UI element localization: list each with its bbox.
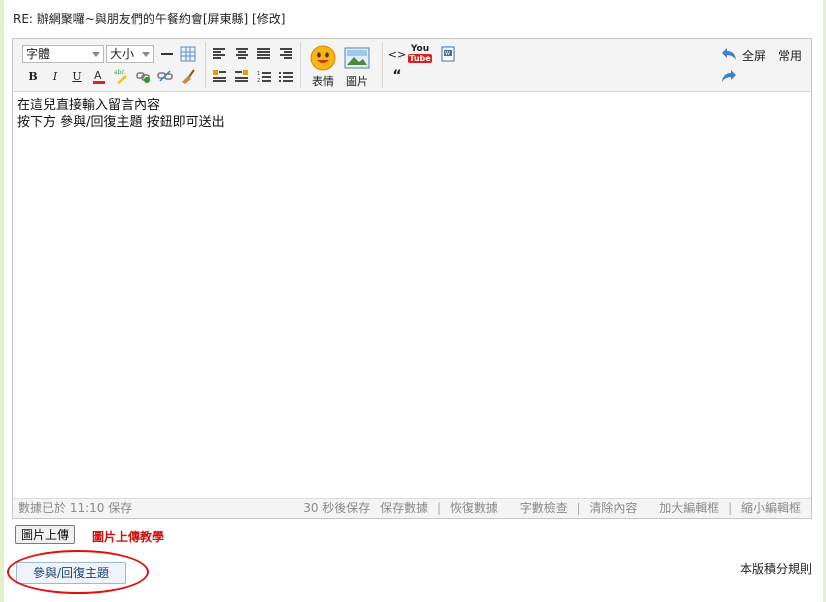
table-icon bbox=[180, 46, 196, 62]
rich-text-editor[interactable]: 字體 大小 B I U A abc 1 2 表情 圖片 <> You Tube … bbox=[12, 38, 812, 519]
bold-icon: B bbox=[28, 69, 38, 83]
save-status: 數據已於 11:10 保存 bbox=[18, 501, 133, 515]
toolbar-separator bbox=[382, 42, 383, 88]
shrink-editor-link[interactable]: 縮小編輯框 bbox=[741, 501, 801, 515]
underline-button[interactable]: U bbox=[68, 67, 86, 85]
float-right-icon bbox=[235, 70, 248, 82]
highlighter-icon: abc bbox=[114, 69, 127, 84]
quote-button[interactable]: “ bbox=[388, 67, 406, 85]
bold-button[interactable]: B bbox=[24, 67, 42, 85]
undo-arrow-icon bbox=[722, 48, 736, 60]
font-family-select-label: 字體 bbox=[26, 47, 51, 61]
svg-text:W: W bbox=[445, 51, 450, 57]
enlarge-editor-link[interactable]: 加大編輯框 bbox=[659, 501, 719, 515]
content-line: 在這兒直接輸入留言內容 bbox=[17, 98, 161, 113]
unordered-list-button[interactable] bbox=[277, 67, 295, 85]
redo-button[interactable] bbox=[720, 67, 738, 85]
fullscreen-toggle[interactable]: 全屏 bbox=[742, 47, 766, 64]
paste-word-button[interactable]: W bbox=[439, 45, 457, 63]
forum-rules-link[interactable]: 本版積分規則 bbox=[740, 560, 812, 577]
unlink-button[interactable] bbox=[156, 67, 174, 85]
ordered-list-button[interactable]: 12 bbox=[255, 67, 273, 85]
emoticon-label: 表情 bbox=[312, 75, 334, 88]
horizontal-rule-icon bbox=[161, 53, 173, 55]
svg-text:abc: abc bbox=[114, 69, 125, 76]
svg-text:1: 1 bbox=[257, 71, 260, 77]
horizontal-rule-button[interactable] bbox=[158, 45, 176, 63]
emoticon-button[interactable] bbox=[307, 43, 339, 73]
align-center-button[interactable] bbox=[233, 45, 251, 63]
svg-text:2: 2 bbox=[257, 78, 260, 83]
save-data-link[interactable]: 保存數據 bbox=[380, 501, 428, 515]
editor-toolbar: 字體 大小 B I U A abc 1 2 表情 圖片 <> You Tube … bbox=[13, 39, 811, 92]
float-right-button[interactable] bbox=[233, 67, 251, 85]
font-size-select[interactable]: 大小 bbox=[106, 45, 154, 63]
ordered-list-icon: 12 bbox=[257, 71, 271, 83]
float-left-button[interactable] bbox=[211, 67, 229, 85]
image-label: 圖片 bbox=[346, 75, 368, 88]
table-button[interactable] bbox=[179, 45, 197, 63]
insert-link-button[interactable] bbox=[134, 67, 152, 85]
align-center-icon bbox=[236, 48, 248, 59]
code-icon: <> bbox=[387, 47, 407, 61]
unordered-list-icon bbox=[279, 71, 293, 82]
divider: | bbox=[576, 501, 581, 515]
image-icon bbox=[344, 47, 370, 69]
chevron-down-icon bbox=[142, 52, 150, 57]
divider: | bbox=[436, 501, 442, 515]
undo-button[interactable] bbox=[720, 45, 738, 63]
word-document-icon: W bbox=[441, 46, 455, 62]
eraser-brush-icon bbox=[182, 69, 195, 84]
underline-icon: U bbox=[72, 69, 82, 83]
youtube-logo-bottom: Tube bbox=[408, 54, 432, 63]
restore-data-link[interactable]: 恢復數據 bbox=[450, 501, 498, 515]
toolbar-separator bbox=[205, 42, 206, 88]
font-size-select-label: 大小 bbox=[110, 47, 135, 61]
remove-format-button[interactable] bbox=[178, 67, 196, 85]
align-right-icon bbox=[280, 48, 292, 59]
editor-content-area[interactable]: 在這兒直接輸入留言內容 按下方 參與/回復主題 按鈕即可送出 bbox=[17, 97, 225, 131]
align-justify-icon bbox=[257, 48, 270, 59]
redo-arrow-icon bbox=[722, 70, 736, 82]
page-frame-left bbox=[0, 0, 4, 602]
image-upload-tutorial-link[interactable]: 圖片上傳教學 bbox=[92, 528, 164, 545]
chevron-down-icon bbox=[92, 52, 100, 57]
quote-icon: “ bbox=[392, 68, 402, 84]
toolbar-separator bbox=[300, 42, 301, 88]
align-right-button[interactable] bbox=[277, 45, 295, 63]
italic-button[interactable]: I bbox=[46, 67, 64, 85]
highlight-button[interactable]: abc bbox=[112, 67, 130, 85]
youtube-button[interactable]: You Tube bbox=[408, 43, 432, 65]
unlink-icon bbox=[157, 70, 173, 82]
align-justify-button[interactable] bbox=[255, 45, 273, 63]
text-color-button[interactable]: A bbox=[90, 67, 108, 85]
italic-icon: I bbox=[52, 69, 58, 83]
align-left-icon bbox=[213, 48, 225, 59]
code-button[interactable]: <> bbox=[388, 45, 406, 63]
content-line: 按下方 參與/回復主題 按鈕即可送出 bbox=[17, 115, 225, 130]
link-icon bbox=[136, 72, 150, 83]
reply-submit-button[interactable]: 參與/回復主題 bbox=[16, 562, 126, 584]
float-left-icon bbox=[213, 70, 226, 82]
clear-content-link[interactable]: 清除內容 bbox=[589, 501, 637, 515]
smiley-icon bbox=[310, 45, 336, 71]
image-upload-button[interactable]: 圖片上傳 bbox=[15, 525, 76, 544]
align-left-button[interactable] bbox=[211, 45, 229, 63]
text-color-icon: A bbox=[93, 69, 105, 84]
subject-field[interactable]: RE: 辦網聚囉~與朋友們的午餐約會[屏東縣] [修改] bbox=[13, 10, 285, 26]
common-mode-toggle[interactable]: 常用 bbox=[778, 47, 802, 64]
youtube-logo-top: You bbox=[410, 44, 430, 54]
word-check-link[interactable]: 字數檢查 bbox=[520, 501, 568, 515]
font-family-select[interactable]: 字體 bbox=[22, 45, 104, 63]
svg-text:A: A bbox=[94, 69, 102, 82]
insert-image-button[interactable] bbox=[343, 45, 371, 71]
autosave-countdown: 30 秒後保存 bbox=[303, 501, 371, 515]
divider: | bbox=[728, 501, 733, 515]
editor-status-bar: 數據已於 11:10 保存 30 秒後保存 保存數據 | 恢復數據 字數檢查 |… bbox=[13, 498, 811, 518]
